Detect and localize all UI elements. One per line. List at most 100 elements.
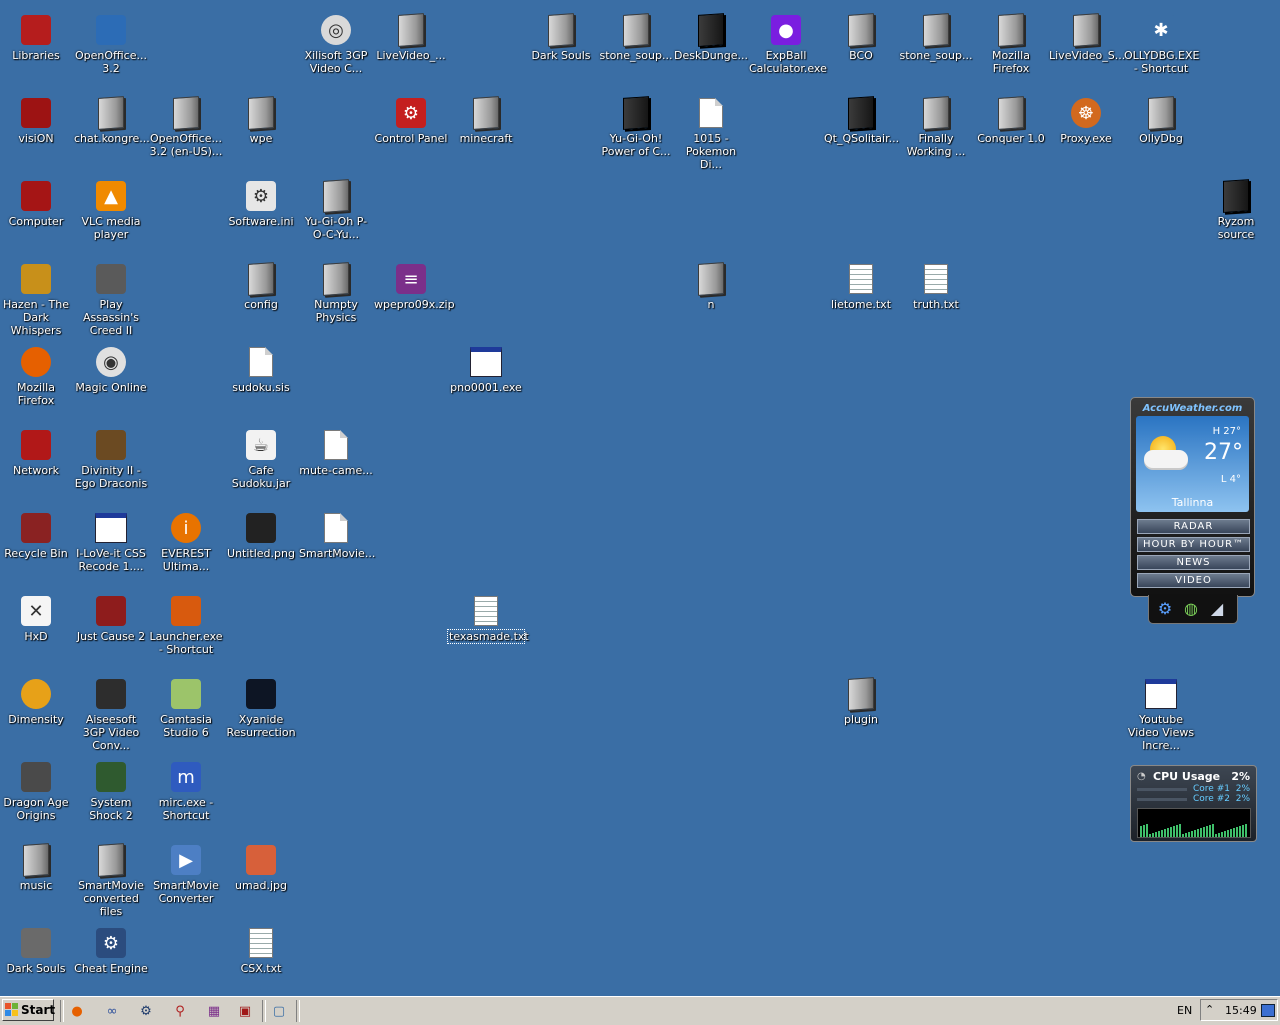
desktop-icon-computer[interactable]: Computer bbox=[0, 174, 74, 228]
globe-icon[interactable]: ◍ bbox=[1181, 599, 1201, 619]
firefox-icon[interactable]: ● bbox=[67, 1001, 87, 1021]
desktop-icon-lietome-txt[interactable]: lietome.txt bbox=[823, 257, 899, 311]
flag-icon[interactable]: ◢ bbox=[1207, 599, 1227, 619]
desktop-icon-libraries[interactable]: Libraries bbox=[0, 8, 74, 62]
weather-panel[interactable]: H 27° 27° L 4° Tallinna bbox=[1136, 416, 1249, 512]
desktop-icon-umad-jpg[interactable]: umad.jpg bbox=[223, 838, 299, 892]
desktop-icon-openoffice-3-2[interactable]: OpenOffice... 3.2 bbox=[73, 8, 149, 75]
desktop-icon-mirc-exe-shortcut[interactable]: m mirc.exe - Shortcut bbox=[148, 755, 224, 822]
desktop-icon-dark-souls[interactable]: Dark Souls bbox=[523, 8, 599, 62]
desktop-icon-control-panel[interactable]: ⚙ Control Panel bbox=[373, 91, 449, 145]
winrar-icon[interactable]: ▦ bbox=[204, 1001, 224, 1021]
desktop-icon-openoffice-3-2-en-us[interactable]: OpenOffice... 3.2 (en-US)... bbox=[148, 91, 224, 158]
desktop-icon-divinity-ii-ego-draconis[interactable]: Divinity II - Ego Draconis bbox=[73, 423, 149, 490]
desktop-icon-smartmovie-converter[interactable]: ▶ SmartMovie Converter bbox=[148, 838, 224, 905]
start-button[interactable]: Start bbox=[2, 999, 55, 1021]
desktop-icon-xilisoft-3gp-video-c[interactable]: ◎ Xilisoft 3GP Video C... bbox=[298, 8, 374, 75]
desktop-icon-label: minecraft bbox=[459, 132, 513, 145]
magnifier-icon[interactable]: ⚲ bbox=[170, 1001, 190, 1021]
desktop-icon-hazen-the-dark-whispers[interactable]: Hazen - The Dark Whispers bbox=[0, 257, 74, 337]
desktop-icon-smartmovie[interactable]: SmartMovie... bbox=[298, 506, 375, 560]
desktop-icon-plugin[interactable]: plugin bbox=[823, 672, 899, 726]
desktop-icon-sudoku-sis[interactable]: sudoku.sis bbox=[223, 340, 299, 394]
radar-button[interactable]: RADAR bbox=[1137, 519, 1250, 534]
clock[interactable]: 15:49 bbox=[1225, 1004, 1257, 1017]
desktop-icon-livevideo-s[interactable]: LiveVideo_S... bbox=[1048, 8, 1125, 62]
cpu-usage-gadget[interactable]: ◔ CPU Usage 2% Core #1 2% Core #2 2% bbox=[1130, 765, 1257, 842]
desktop-icon-ollydbg-exe-shortcut[interactable]: ✱ OLLYDBG.EXE - Shortcut bbox=[1123, 8, 1199, 75]
network-tray-icon[interactable] bbox=[1261, 1004, 1275, 1017]
desktop-icon-ollydbg[interactable]: OllyDbg bbox=[1123, 91, 1199, 145]
desktop-icon-network[interactable]: Network bbox=[0, 423, 74, 477]
desktop-icon-smartmovie-converted-files[interactable]: SmartMovie converted files bbox=[73, 838, 149, 918]
desktop-icon-minecraft[interactable]: minecraft bbox=[448, 91, 524, 145]
language-indicator[interactable]: EN bbox=[1177, 1004, 1192, 1017]
desktop-icon-1015-pokemon-di[interactable]: 1015 - Pokemon Di... bbox=[673, 91, 749, 171]
weather-frame: AccuWeather.com H 27° 27° L 4° Tallinna … bbox=[1130, 397, 1255, 597]
desktop[interactable]: Libraries OpenOffice... 3.2 ◎ Xilisoft 3GP … bbox=[0, 0, 1280, 996]
desktop-icon-texasmade-txt[interactable]: texasmade.txt bbox=[447, 589, 529, 644]
desktop-icon-yu-gi-oh-p-o-c-yu[interactable]: Yu-Gi-Oh P-O-C-Yu... bbox=[298, 174, 374, 241]
desktop-icon-n[interactable]: n bbox=[673, 257, 749, 311]
desktop-icon-camtasia-studio-6[interactable]: Camtasia Studio 6 bbox=[148, 672, 224, 739]
desktop-icon-expball-calculator-exe[interactable]: ● ExpBall Calculator.exe bbox=[748, 8, 827, 75]
desktop-icon-magic-online[interactable]: ◉ Magic Online bbox=[73, 340, 149, 394]
video-button[interactable]: VIDEO bbox=[1137, 573, 1250, 588]
desktop-icon-everest-ultima[interactable]: i EVEREST Ultima... bbox=[148, 506, 224, 573]
desktop-icon-conquer-1-0[interactable]: Conquer 1.0 bbox=[973, 91, 1049, 145]
desktop-icon-cheat-engine[interactable]: ⚙ Cheat Engine bbox=[73, 921, 149, 975]
desktop-icon-bco[interactable]: BCO bbox=[823, 8, 899, 62]
desktop-icon-stone-soup[interactable]: stone_soup... bbox=[598, 8, 674, 62]
desktop-icon-numpty-physics[interactable]: Numpty Physics bbox=[298, 257, 374, 324]
desktop-icon-csx-txt[interactable]: CSX.txt bbox=[223, 921, 299, 975]
desktop-icon-stone-soup[interactable]: stone_soup... bbox=[898, 8, 974, 62]
desktop-icon-truth-txt[interactable]: truth.txt bbox=[898, 257, 974, 311]
desktop-icon-software-ini[interactable]: ⚙ Software.ini bbox=[223, 174, 299, 228]
desktop-icon-finally-working[interactable]: Finally Working ... bbox=[898, 91, 974, 158]
desktop-icon-livevideo[interactable]: LiveVideo_... bbox=[373, 8, 449, 62]
desktop-icon-config[interactable]: config bbox=[223, 257, 299, 311]
cheat-engine-icon[interactable]: ⚙ bbox=[136, 1001, 156, 1021]
desktop-icon-play-assassin-s-creed-ii[interactable]: Play Assassin's Creed II bbox=[73, 257, 149, 337]
news-button[interactable]: NEWS bbox=[1137, 555, 1250, 570]
desktop-icon-label: Dragon Age Origins bbox=[3, 796, 69, 822]
desktop-icon-cafe-sudoku-jar[interactable]: ☕ Cafe Sudoku.jar bbox=[223, 423, 299, 490]
accuweather-gadget[interactable]: AccuWeather.com H 27° 27° L 4° Tallinna … bbox=[1130, 397, 1255, 627]
desktop-icon-qt-qsolitair[interactable]: Qt_QSolitair... bbox=[823, 91, 899, 145]
desktop-icon-proxy-exe[interactable]: ☸ Proxy.exe bbox=[1048, 91, 1124, 145]
desktop-icon-recycle-bin[interactable]: Recycle Bin bbox=[0, 506, 74, 560]
desktop-icon-just-cause-2[interactable]: Just Cause 2 bbox=[73, 589, 149, 643]
desktop-icon-xyanide-resurrection[interactable]: Xyanide Resurrection bbox=[223, 672, 299, 739]
desktop-icon-launcher-exe-shortcut[interactable]: Launcher.exe - Shortcut bbox=[148, 589, 224, 656]
desktop-icon-mozilla-firefox[interactable]: Mozilla Firefox bbox=[0, 340, 74, 407]
desktop-icon-system-shock-2[interactable]: System Shock 2 bbox=[73, 755, 149, 822]
weather-brand-logo[interactable]: AccuWeather.com bbox=[1131, 403, 1254, 414]
desktop-icon-vlc-media-player[interactable]: ▲ VLC media player bbox=[73, 174, 149, 241]
desktop-icon-mozilla-firefox[interactable]: Mozilla Firefox bbox=[973, 8, 1049, 75]
desktop-icon-deskdunge[interactable]: DeskDunge... bbox=[673, 8, 749, 62]
infinity-icon[interactable]: ∞ bbox=[102, 1001, 122, 1021]
desktop-icon-yu-gi-oh-power-of-c[interactable]: Yu-Gi-Oh! Power of C... bbox=[598, 91, 674, 158]
desktop-icon-label: Divinity II - Ego Draconis bbox=[74, 464, 148, 490]
hour-by-hour-button[interactable]: HOUR BY HOUR™ bbox=[1137, 537, 1250, 552]
desktop-icon-i-love-it-css-recode-1[interactable]: I-LoVe-it CSS Recode 1.... bbox=[73, 506, 149, 573]
desktop-icon-wpe[interactable]: wpe bbox=[223, 91, 299, 145]
desktop-icon-music[interactable]: music bbox=[0, 838, 74, 892]
desktop-icon-pno0001-exe[interactable]: pno0001.exe bbox=[448, 340, 524, 394]
desktop-icon-vision[interactable]: visiON bbox=[0, 91, 74, 145]
window-icon[interactable]: ▢ bbox=[269, 1001, 289, 1021]
desktop-icon-youtube-video-views-incre[interactable]: Youtube Video Views Incre... bbox=[1123, 672, 1199, 752]
desktop-icon-wpepro09x-zip[interactable]: ≡ wpepro09x.zip bbox=[373, 257, 455, 311]
desktop-icon-dark-souls[interactable]: Dark Souls bbox=[0, 921, 74, 975]
desktop-icon-ryzom-source[interactable]: Ryzom source bbox=[1198, 174, 1274, 241]
gear-icon[interactable]: ⚙ bbox=[1155, 599, 1175, 619]
desktop-icon-chat-kongre[interactable]: chat.kongre... bbox=[73, 91, 150, 145]
desktop-icon-aiseesoft-3gp-video-conv[interactable]: Aiseesoft 3GP Video Conv... bbox=[73, 672, 149, 752]
show-hidden-icons-icon[interactable]: ⌃ bbox=[1205, 1003, 1214, 1016]
terminal-icon[interactable]: ▣ bbox=[235, 1001, 255, 1021]
desktop-icon-dragon-age-origins[interactable]: Dragon Age Origins bbox=[0, 755, 74, 822]
desktop-icon-hxd[interactable]: ✕ HxD bbox=[0, 589, 74, 643]
desktop-icon-untitled-png[interactable]: Untitled.png bbox=[223, 506, 299, 560]
desktop-icon-mute-came[interactable]: mute-came... bbox=[298, 423, 374, 477]
desktop-icon-dimensity[interactable]: Dimensity bbox=[0, 672, 74, 726]
